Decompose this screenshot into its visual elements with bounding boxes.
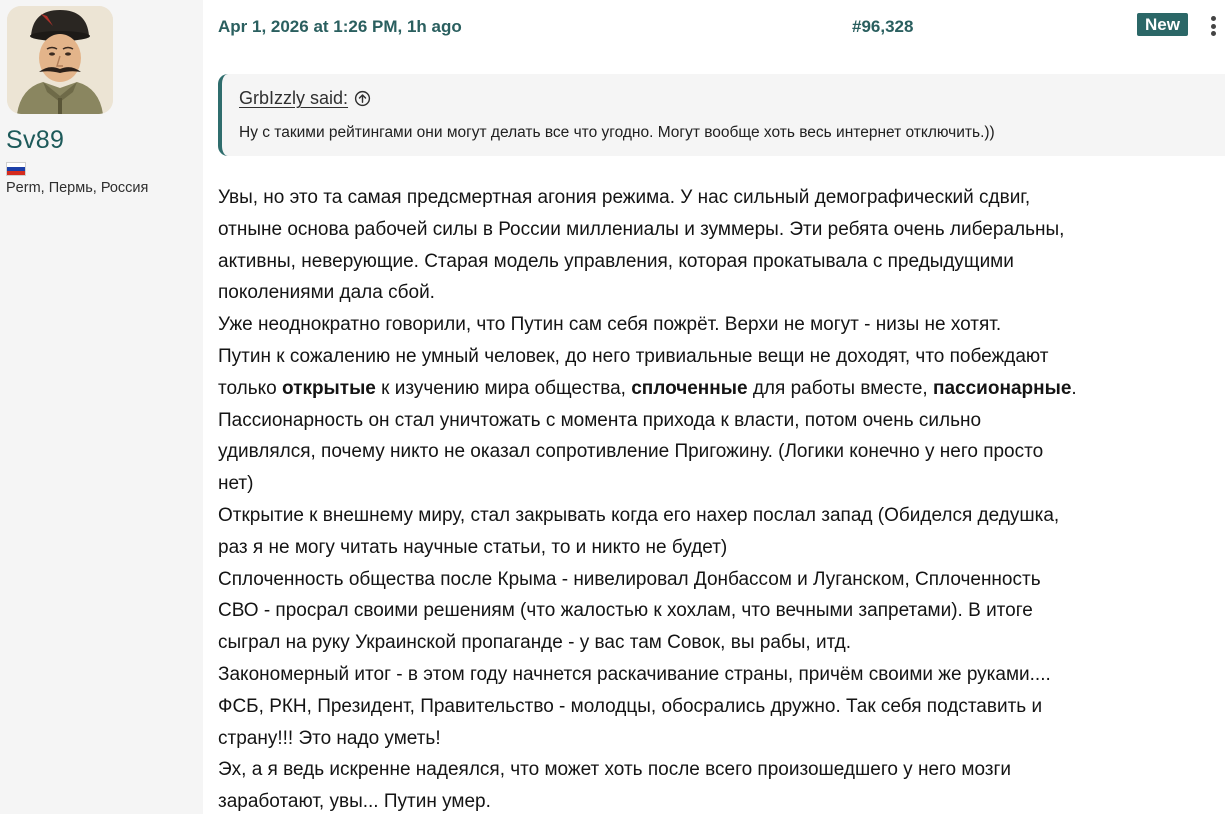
bold-word: открытые (282, 377, 376, 399)
username[interactable]: Sv89 (6, 126, 64, 155)
post-text: к изучению мира общества, (375, 377, 632, 399)
post-line: поколениями дала сбой. (218, 282, 435, 304)
post-line: Увы, но это та самая предсмертная агония… (218, 187, 1031, 208)
quote-text: Ну с такими рейтингами они могут делать … (239, 124, 995, 141)
flag-stripe-red (7, 171, 25, 175)
post-line: Эх, а я ведь искренне надеялся, что може… (218, 759, 1012, 781)
dot (1210, 31, 1216, 36)
quote-block: GrbIzzly said: Ну с такими рейтингами он… (218, 74, 1225, 156)
post-line: Уже неоднократно говорили, что Путин сам… (218, 314, 1002, 336)
post-line: сыграл на руку Украинской пропаганде - у… (218, 632, 852, 654)
post-line-bold: только открытые к изучению мира общества… (218, 373, 1218, 405)
cossack-portrait-avatar (7, 6, 113, 114)
post-line: Пассионарность он стал уничтожать с моме… (218, 409, 982, 431)
post-line: Путин к сожалению не умный человек, до н… (218, 345, 1049, 367)
post-date-link[interactable]: Apr 1, 2026 at 1:26 PM, 1h ago (218, 17, 462, 37)
post-body: Увы, но это та самая предсмертная агония… (218, 182, 1218, 814)
avatar[interactable] (7, 6, 113, 114)
post-line: ФСБ, РКН, Президент, Правительство - мол… (218, 695, 1043, 717)
new-badge: New (1137, 13, 1188, 36)
post-text: только (218, 377, 282, 399)
russia-flag-icon (6, 162, 26, 176)
bold-word: пассионарные (933, 377, 1072, 399)
bold-word: сплоченные (631, 377, 748, 399)
post-text: для работы вместе, (747, 377, 933, 399)
post-line: страну!!! Это надо уметь! (218, 727, 441, 749)
post-line: раз я не могу читать научные статьи, то … (218, 536, 728, 558)
post-line: отныне основа рабочей силы в России милл… (218, 218, 1065, 240)
post-line: Закономерный итог - в этом году начнется… (218, 663, 1051, 685)
post-line: заработают, увы... Путин умер. (218, 791, 491, 813)
post-number-link[interactable]: #96,328 (852, 17, 913, 37)
post-line: Открытие к внешнему миру, стал закрывать… (218, 504, 1060, 526)
post-line: нет) (218, 473, 254, 495)
post-line: активны, неверующие. Старая модель управ… (218, 250, 1014, 272)
post-line: удивлялся, почему никто не оказал сопрот… (218, 441, 1044, 463)
dot (1210, 23, 1216, 29)
quote-author-link[interactable]: GrbIzzly said: (239, 88, 348, 109)
user-location: Perm, Пермь, Россия (6, 180, 149, 196)
post-text: . (1071, 377, 1077, 399)
arrow-up-circle-icon[interactable] (354, 90, 371, 107)
dot (1210, 16, 1216, 21)
quote-header[interactable]: GrbIzzly said: (239, 88, 371, 109)
post-line: Сплоченность общества после Крыма - ниве… (218, 568, 1041, 590)
user-sidebar: Sv89 Perm, Пермь, Россия (0, 0, 203, 814)
post-line: СВО - просрал своими решениям (что жалос… (218, 600, 1033, 622)
vertical-dots-icon[interactable] (1205, 13, 1221, 39)
